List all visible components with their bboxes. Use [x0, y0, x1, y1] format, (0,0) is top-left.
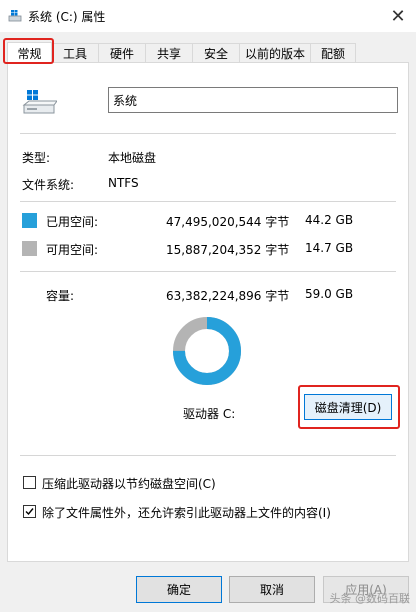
divider — [20, 201, 396, 202]
capacity-bytes: 63,382,224,896 字节 — [166, 289, 290, 303]
capacity-label: 容量: — [46, 289, 75, 303]
drive-icon — [22, 90, 57, 114]
divider — [20, 271, 396, 272]
compress-option-label[interactable]: 压缩此驱动器以节约磁盘空间(C) — [42, 475, 216, 492]
cancel-button[interactable]: 取消 — [229, 576, 315, 603]
title-bar: 系统 (C:) 属性 ✕ — [0, 0, 416, 32]
checkmark-icon — [25, 508, 34, 516]
tab-quota[interactable]: 配额 — [310, 43, 356, 63]
drive-label: 驱动器 C: — [183, 407, 236, 421]
tab-tools[interactable]: 工具 — [51, 43, 99, 63]
free-space-swatch — [22, 241, 37, 256]
window-title: 系统 (C:) 属性 — [28, 10, 106, 24]
type-label: 类型: — [22, 151, 51, 165]
tab-hardware[interactable]: 硬件 — [98, 43, 146, 63]
used-space-size: 44.2 GB — [305, 213, 354, 227]
index-option-label[interactable]: 除了文件属性外，还允许索引此驱动器上文件的内容(I) — [42, 504, 331, 521]
close-icon[interactable]: ✕ — [386, 4, 410, 28]
cleanup-highlight-box — [298, 385, 400, 429]
compress-checkbox[interactable] — [23, 476, 36, 489]
general-panel: 系统 类型: 本地磁盘 文件系统: NTFS 已用空间: 47,495,020,… — [7, 62, 409, 562]
tab-security[interactable]: 安全 — [192, 43, 240, 63]
usage-donut-chart — [173, 317, 241, 385]
capacity-size: 59.0 GB — [305, 287, 354, 301]
used-space-bytes: 47,495,020,544 字节 — [166, 215, 290, 229]
type-value: 本地磁盘 — [108, 151, 157, 165]
tab-sharing[interactable]: 共享 — [145, 43, 193, 63]
tab-previous-versions[interactable]: 以前的版本 — [239, 43, 311, 63]
tab-highlight-box — [3, 38, 54, 64]
ok-button[interactable]: 确定 — [136, 576, 222, 603]
tab-bar: 常规 工具 硬件 共享 安全 以前的版本 配额 — [7, 42, 356, 63]
free-space-size: 14.7 GB — [305, 241, 354, 255]
divider — [20, 133, 396, 134]
filesystem-label: 文件系统: — [22, 178, 75, 192]
free-space-label: 可用空间: — [46, 243, 99, 257]
used-space-label: 已用空间: — [46, 215, 99, 229]
divider — [20, 455, 396, 456]
watermark: 头条 @数码百联 — [329, 592, 411, 605]
index-checkbox[interactable] — [23, 505, 36, 518]
drive-icon — [8, 10, 22, 22]
free-space-bytes: 15,887,204,352 字节 — [166, 243, 290, 257]
used-space-swatch — [22, 213, 37, 228]
drive-name-input[interactable]: 系统 — [108, 87, 398, 113]
filesystem-value: NTFS — [108, 176, 139, 190]
